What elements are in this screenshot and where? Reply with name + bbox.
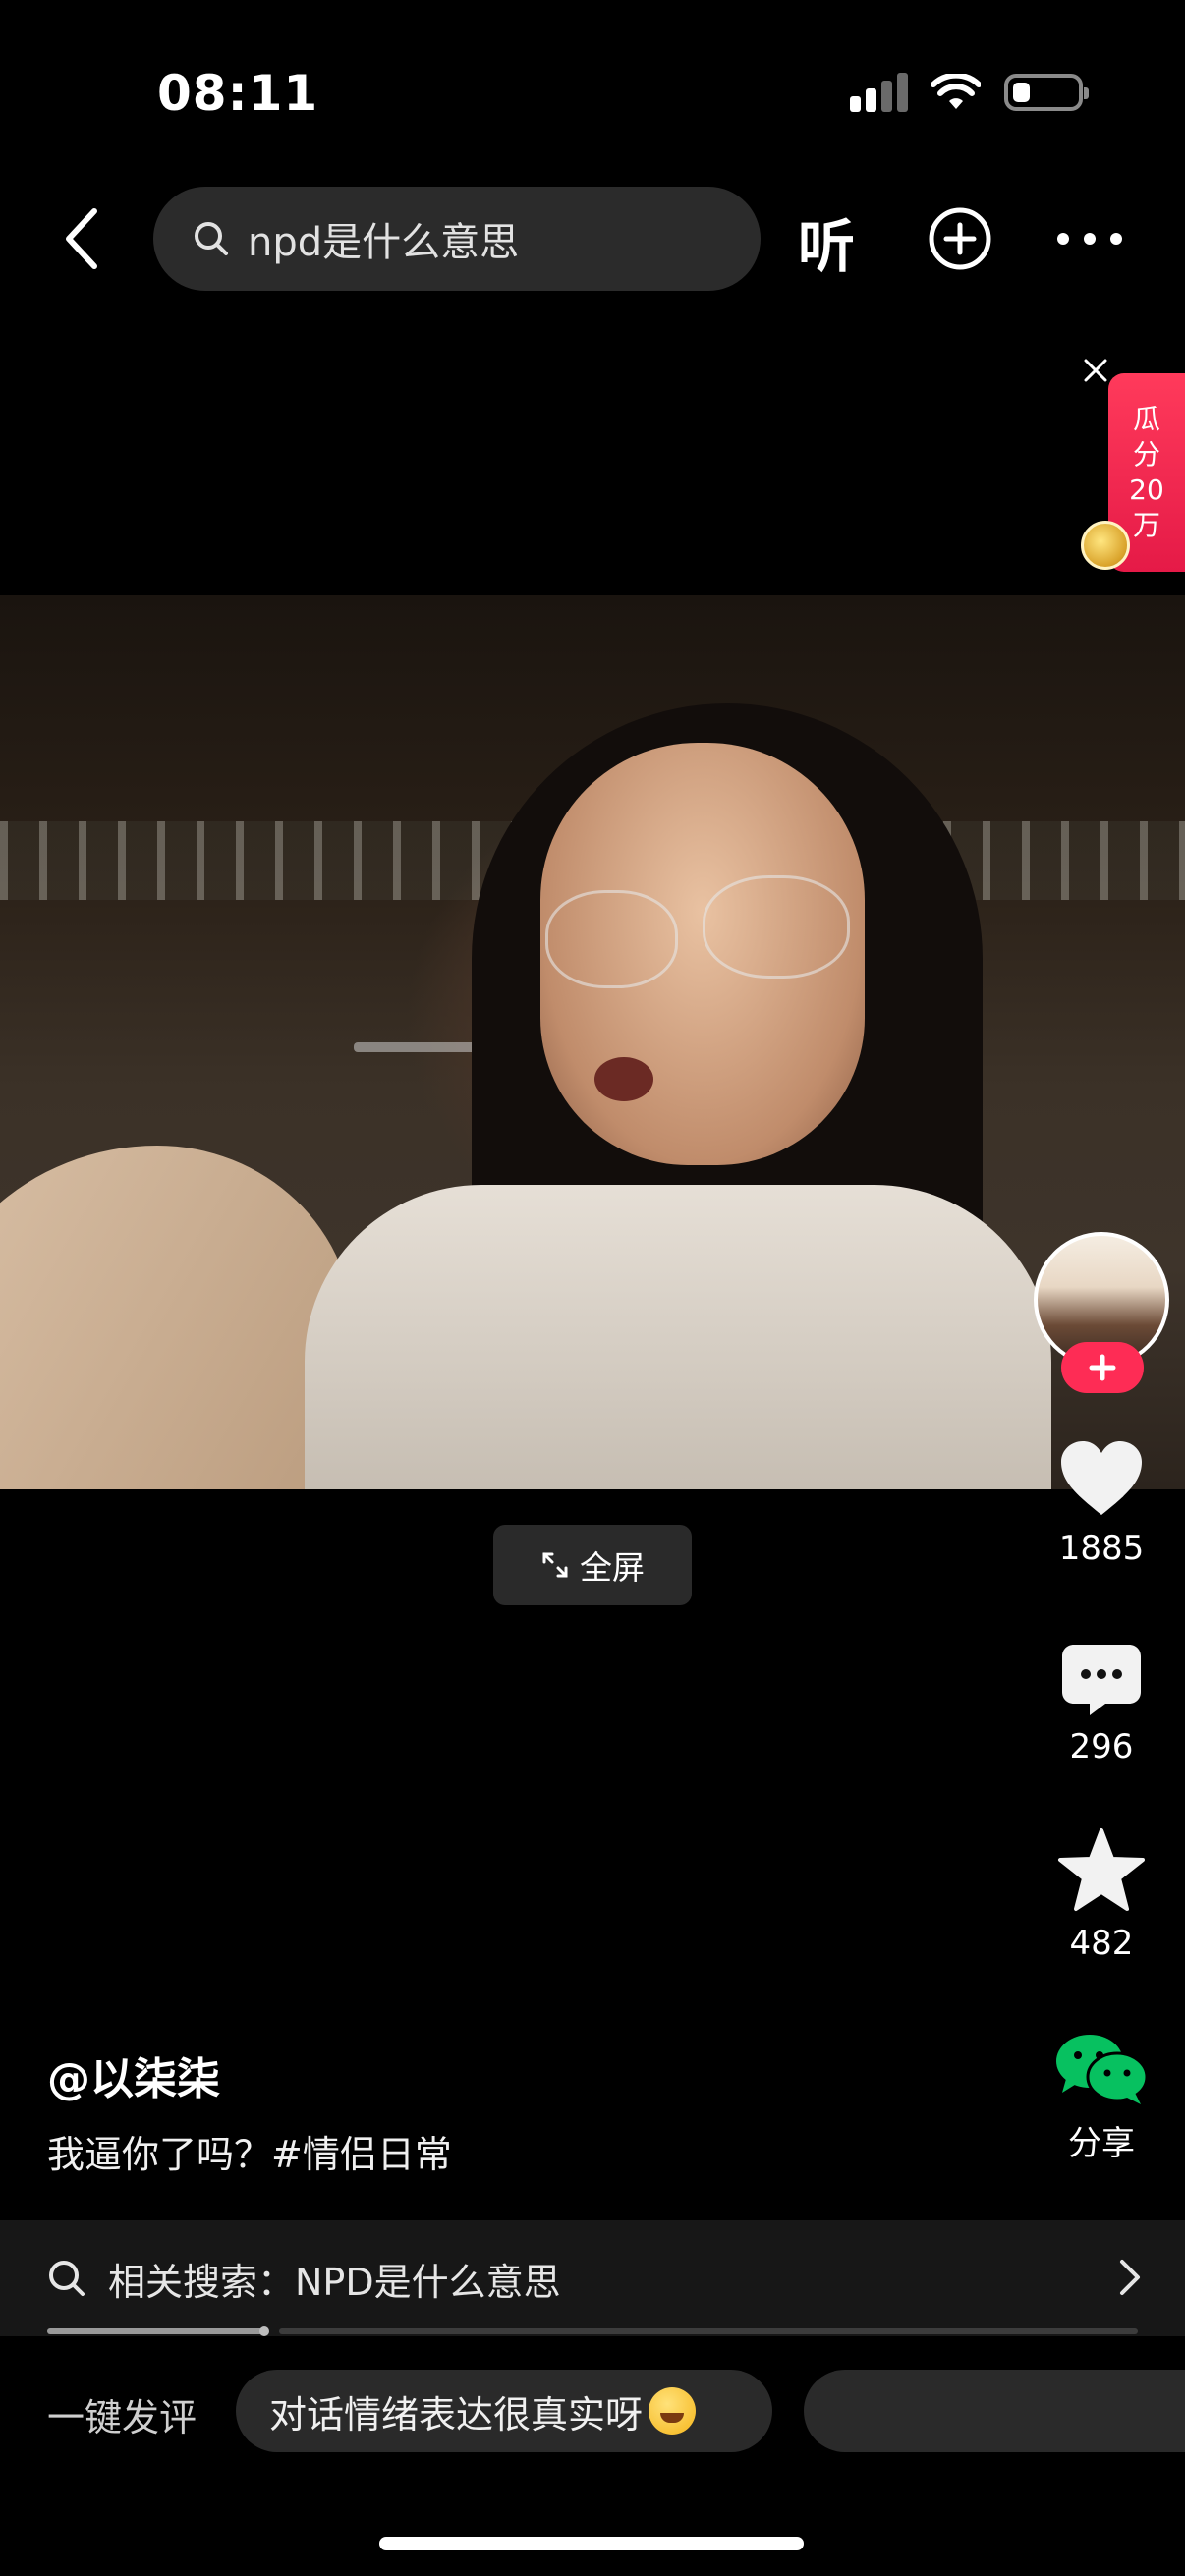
video-scene-mouth <box>594 1057 653 1101</box>
gold-medal-icon <box>1081 521 1130 570</box>
quick-comment-label: 一键发评 <box>47 2396 198 2439</box>
home-indicator[interactable] <box>379 2537 804 2550</box>
promo-text-line: 分 <box>1132 438 1160 471</box>
listen-button[interactable]: 听 <box>798 200 855 283</box>
favorite-button[interactable]: 482 <box>1042 1827 1161 1963</box>
wechat-icon <box>1056 2035 1149 2104</box>
search-icon <box>49 2261 85 2296</box>
author-name[interactable]: @以柒柒 <box>47 2044 220 2106</box>
promo-text-line: 20 <box>1129 474 1164 506</box>
wifi-icon <box>931 74 981 109</box>
fullscreen-label: 全屏 <box>580 1548 645 1587</box>
favorite-count: 482 <box>1069 1924 1134 1963</box>
quick-comment-chip[interactable]: 对话情绪表达很真实呀 <box>236 2370 772 2452</box>
quick-comment-chip[interactable] <box>804 2370 1185 2452</box>
add-circle-icon[interactable] <box>928 206 992 271</box>
cellular-signal-icon <box>850 73 908 112</box>
close-icon[interactable] <box>1081 356 1110 385</box>
status-time: 08:11 <box>157 65 319 122</box>
search-bar[interactable]: npd是什么意思 <box>153 187 761 291</box>
share-button[interactable]: 分享 <box>1042 2032 1161 2164</box>
fullscreen-button[interactable]: 全屏 <box>493 1525 692 1605</box>
follow-button[interactable] <box>1061 1342 1144 1393</box>
video-scene-shoulder <box>0 1146 354 1489</box>
related-search-text: 相关搜索：NPD是什么意思 <box>108 2260 561 2304</box>
back-button[interactable] <box>51 196 110 281</box>
search-query: npd是什么意思 <box>248 220 520 265</box>
share-label: 分享 <box>1068 2124 1135 2163</box>
search-icon <box>195 222 228 255</box>
promo-text-line: 瓜 <box>1132 403 1160 435</box>
more-options-icon[interactable] <box>1055 224 1124 253</box>
video-scene-shirt <box>305 1185 1051 1489</box>
progress-played <box>47 2328 265 2334</box>
video-scene-glasses <box>545 890 678 988</box>
promo-text-line: 万 <box>1132 509 1160 541</box>
related-search-bar[interactable]: 相关搜索：NPD是什么意思 <box>0 2220 1185 2336</box>
video-player[interactable] <box>0 595 1185 1489</box>
quick-comment-text: 对话情绪表达很真实呀 <box>269 2392 644 2436</box>
laughing-emoji-icon <box>649 2387 697 2435</box>
plus-icon <box>1089 1354 1116 1381</box>
like-button[interactable]: 1885 <box>1042 1438 1161 1568</box>
comment-button[interactable]: 296 <box>1042 1643 1161 1766</box>
comment-count: 296 <box>1069 1727 1134 1766</box>
video-progress-bar[interactable] <box>47 2326 1138 2336</box>
like-count: 1885 <box>1058 1529 1145 1568</box>
battery-icon <box>1004 74 1089 111</box>
chevron-right-icon <box>1120 2260 1140 2295</box>
progress-knob[interactable] <box>259 2326 269 2336</box>
expand-icon <box>542 1552 568 1578</box>
star-icon <box>1058 1828 1145 1911</box>
chevron-left-icon <box>66 208 97 269</box>
status-icons <box>850 73 1089 112</box>
progress-remaining <box>279 2328 1138 2334</box>
video-description: 我逼你了吗？#情侣日常 <box>47 2133 452 2176</box>
comment-icon <box>1062 1645 1141 1715</box>
heart-icon <box>1061 1441 1142 1515</box>
video-scene-glasses <box>703 875 850 979</box>
